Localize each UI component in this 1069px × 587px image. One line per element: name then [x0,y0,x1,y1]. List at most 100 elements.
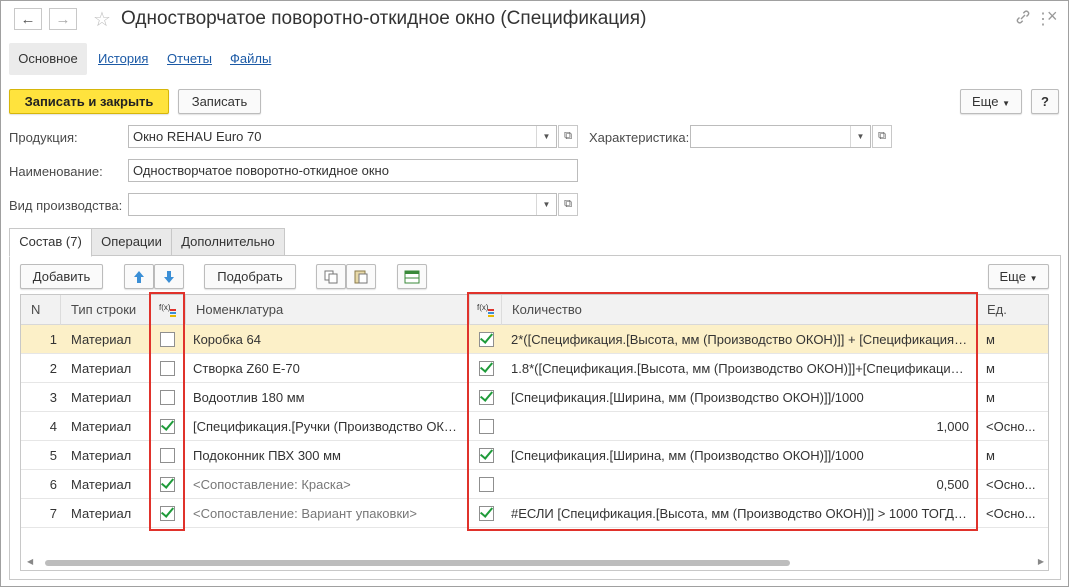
table-row[interactable]: 6 Материал <Сопоставление: Краска> 0,500 <Ос… [21,470,1048,499]
table-row[interactable]: 7 Материал <Сопоставление: Вариант упаковк… [21,499,1048,528]
add-button[interactable]: Добавить [20,264,103,289]
svg-text:f(x): f(x) [477,303,489,312]
row-quantity[interactable]: [Спецификация.[Ширина, мм (Производство … [511,441,969,470]
row-quantity[interactable]: 0,500 [511,470,969,499]
table-row[interactable]: 5 Материал Подоконник ПВХ 300 мм [Специфика… [21,441,1048,470]
dropdown-icon[interactable]: ▼ [850,126,870,147]
save-and-close-button[interactable]: Записать и закрыть [9,89,169,114]
row-quantity[interactable]: #ЕСЛИ [Спецификация.[Высота, мм (Произво… [511,499,969,528]
row-quantity[interactable]: 1,000 [511,412,969,441]
col-quantity[interactable]: Количество [502,295,977,325]
row-unit[interactable]: <Осно... [986,499,1046,528]
quantity-formula-checkbox[interactable] [479,419,494,434]
paste-button[interactable] [346,264,376,289]
table-row[interactable]: 2 Материал Створка Z60 E-70 1.8*([Специфика… [21,354,1048,383]
open-characteristic-button[interactable]: ⧉ [872,125,892,148]
tab-composition[interactable]: Состав (7) [9,228,92,257]
characteristic-field[interactable]: ▼ [690,125,871,148]
col-unit[interactable]: Ед. [977,295,1048,325]
structure-button[interactable] [397,264,427,289]
tab-files[interactable]: Файлы [230,43,271,75]
scrollbar-thumb[interactable] [45,560,790,566]
col-n[interactable]: N [21,295,61,325]
row-type[interactable]: Материал [71,325,147,354]
quantity-formula-checkbox[interactable] [479,506,494,521]
composition-table[interactable]: N Тип строки f(x) Номенклатура f(x) Коли… [20,294,1049,571]
row-quantity[interactable]: 2*([Спецификация.[Высота, мм (Производст… [511,325,969,354]
product-field[interactable]: Окно REHAU Euro 70 ▼ [128,125,557,148]
quantity-formula-checkbox[interactable] [479,390,494,405]
scroll-left-icon[interactable]: ◀ [27,557,33,566]
more-button[interactable]: Еще ▼ [960,89,1022,114]
row-quantity[interactable]: [Спецификация.[Ширина, мм (Производство … [511,383,969,412]
row-unit[interactable]: м [986,354,1046,383]
tab-main[interactable]: Основное [9,43,87,75]
row-unit[interactable]: <Осно... [986,412,1046,441]
row-nomenclature[interactable]: <Сопоставление: Краска> [193,470,461,499]
nomenclature-formula-checkbox[interactable] [160,419,175,434]
row-nomenclature[interactable]: Створка Z60 E-70 [193,354,461,383]
col-fx-nom[interactable]: f(x) [150,295,186,325]
table-row[interactable]: 4 Материал [Спецификация.[Ручки (Производс… [21,412,1048,441]
save-button[interactable]: Записать [178,89,261,114]
quantity-formula-checkbox[interactable] [479,361,494,376]
close-icon[interactable]: × [1047,6,1058,27]
open-production-type-button[interactable]: ⧉ [558,193,578,216]
col-fx-qty[interactable]: f(x) [470,295,502,325]
tab-history[interactable]: История [98,43,148,75]
row-nomenclature[interactable]: [Спецификация.[Ручки (Производство ОКОН)… [193,412,461,441]
row-unit[interactable]: <Осно... [986,470,1046,499]
formula-icon: f(x) [477,303,494,317]
row-type[interactable]: Материал [71,383,147,412]
row-quantity[interactable]: 1.8*([Спецификация.[Высота, мм (Производ… [511,354,969,383]
open-icon: ⧉ [564,130,572,142]
arrow-up-icon [134,271,144,283]
col-nomenclature[interactable]: Номенклатура [186,295,470,325]
table-row[interactable]: 1 Материал Коробка 64 2*([Спецификация.[Выс… [21,325,1048,354]
pick-button[interactable]: Подобрать [204,264,296,289]
nomenclature-formula-checkbox[interactable] [160,390,175,405]
col-row-type[interactable]: Тип строки [61,295,150,325]
name-field[interactable]: Одностворчатое поворотно-откидное окно [128,159,578,182]
row-nomenclature[interactable]: Водоотлив 180 мм [193,383,461,412]
row-nomenclature[interactable]: <Сопоставление: Вариант упаковки> [193,499,461,528]
nomenclature-formula-checkbox[interactable] [160,448,175,463]
scroll-right-icon[interactable]: ▶ [1038,557,1044,566]
quantity-formula-checkbox[interactable] [479,477,494,492]
table-row[interactable]: 3 Материал Водоотлив 180 мм [Спецификация.[… [21,383,1048,412]
table-more-button[interactable]: Еще ▼ [988,264,1049,289]
help-button[interactable]: ? [1031,89,1059,114]
dropdown-icon[interactable]: ▼ [536,126,556,147]
row-nomenclature[interactable]: Подоконник ПВХ 300 мм [193,441,461,470]
row-type[interactable]: Материал [71,441,147,470]
link-icon[interactable] [1015,9,1031,30]
row-type[interactable]: Материал [71,470,147,499]
row-type[interactable]: Материал [71,412,147,441]
production-type-field[interactable]: ▼ [128,193,557,216]
move-up-button[interactable] [124,264,154,289]
quantity-formula-checkbox[interactable] [479,332,494,347]
nomenclature-formula-checkbox[interactable] [160,477,175,492]
move-down-button[interactable] [154,264,184,289]
row-unit[interactable]: м [986,383,1046,412]
row-type[interactable]: Материал [71,499,147,528]
open-product-button[interactable]: ⧉ [558,125,578,148]
copy-button[interactable] [316,264,346,289]
tab-additional[interactable]: Дополнительно [171,228,285,256]
tab-operations[interactable]: Операции [91,228,172,256]
nomenclature-formula-checkbox[interactable] [160,332,175,347]
back-button[interactable]: ← [14,8,42,30]
copy-icon [324,270,338,284]
favorite-star-icon[interactable]: ☆ [93,7,111,32]
forward-button[interactable]: → [49,8,77,30]
nomenclature-formula-checkbox[interactable] [160,506,175,521]
nomenclature-formula-checkbox[interactable] [160,361,175,376]
row-nomenclature[interactable]: Коробка 64 [193,325,461,354]
dropdown-icon[interactable]: ▼ [536,194,556,215]
row-unit[interactable]: м [986,325,1046,354]
tab-reports[interactable]: Отчеты [167,43,212,75]
row-unit[interactable]: м [986,441,1046,470]
horizontal-scrollbar[interactable]: ◀ ▶ [21,556,1048,570]
row-type[interactable]: Материал [71,354,147,383]
quantity-formula-checkbox[interactable] [479,448,494,463]
